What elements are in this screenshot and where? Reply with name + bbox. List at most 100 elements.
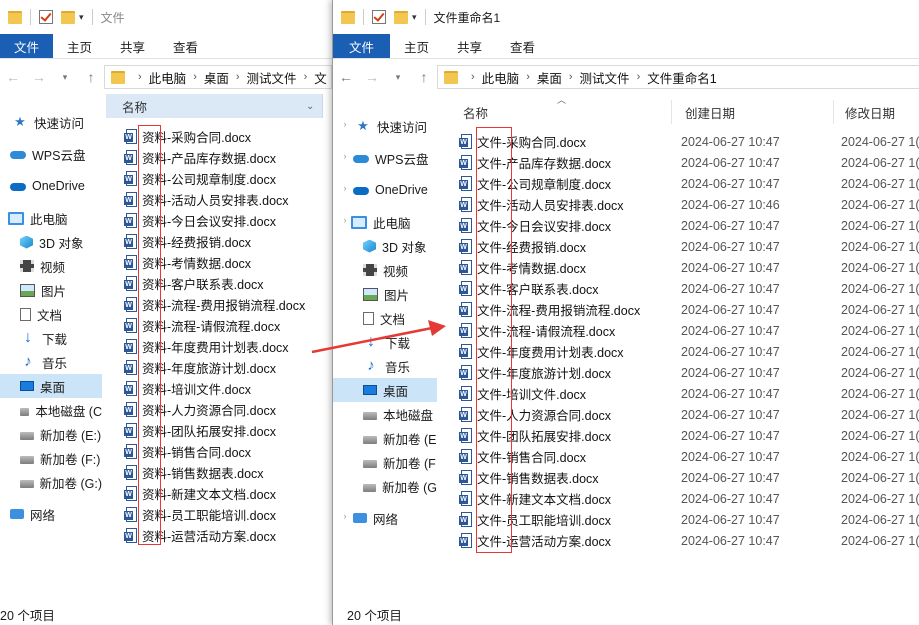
sidebar-item-download[interactable]: ↓ 下载 — [0, 326, 102, 350]
chevron-right-icon[interactable]: › — [339, 119, 351, 129]
address-bar[interactable]: › 此电脑 › 桌面 › 测试文件 › 文 — [104, 65, 332, 89]
new-folder-icon[interactable] — [61, 10, 75, 24]
sidebar-item-picture[interactable]: 图片 — [0, 278, 102, 302]
tab-file[interactable]: 文件 — [0, 34, 54, 58]
tab-view[interactable]: 查看 — [496, 34, 549, 58]
file-row[interactable]: W 文件-产品库存数据.docx 2024-06-27 10:47 2024-06-2… — [459, 152, 919, 173]
word-document-icon: W — [124, 485, 138, 502]
sidebar-item-download[interactable]: ↓ 下载 — [333, 330, 437, 354]
tab-share[interactable]: 共享 — [106, 34, 159, 58]
column-header-name[interactable]: 名称 — [457, 103, 488, 122]
properties-icon[interactable] — [372, 10, 386, 24]
breadcrumb-item[interactable]: 此电脑 — [149, 68, 187, 87]
sidebar-item-onedrive[interactable]: OneDrive — [0, 174, 102, 198]
chevron-right-icon[interactable]: › — [339, 183, 351, 193]
forward-arrow-icon[interactable]: → — [26, 69, 52, 85]
file-row[interactable]: W 文件-销售数据表.docx 2024-06-27 10:47 2024-06-27… — [459, 467, 919, 488]
sidebar-item-3d-objects[interactable]: 3D 对象 — [333, 234, 437, 258]
created-date: 2024-06-27 10:47 — [681, 302, 780, 317]
breadcrumb-item[interactable]: 文件重命名1 — [647, 68, 716, 87]
sidebar-item-computer[interactable]: 此电脑 — [0, 206, 102, 230]
sidebar-item-document[interactable]: 文档 — [0, 302, 102, 326]
chevron-right-icon[interactable]: › — [339, 215, 351, 225]
chevron-right-icon[interactable]: › — [339, 511, 351, 521]
sidebar-item-desktop[interactable]: 桌面 — [0, 374, 102, 398]
chevron-down-icon[interactable]: ▾ — [412, 12, 417, 23]
sidebar-item-drive[interactable]: 新加卷 (G:) — [0, 470, 102, 494]
breadcrumb-item[interactable]: 此电脑 — [482, 68, 520, 87]
tab-share[interactable]: 共享 — [443, 34, 496, 58]
sidebar-item-cloud[interactable]: WPS云盘 — [0, 142, 102, 166]
tab-file[interactable]: 文件 — [333, 34, 391, 58]
breadcrumb-item[interactable]: 文 — [314, 68, 327, 87]
file-row[interactable]: W 文件-员工职能培训.docx 2024-06-27 10:47 2024-06-2… — [459, 509, 919, 530]
sidebar-item-drive[interactable]: 本地磁盘 (C — [0, 398, 102, 422]
up-arrow-icon[interactable]: ↑ — [78, 69, 104, 85]
sidebar-item-music[interactable]: ♪ 音乐 — [333, 354, 437, 378]
created-date: 2024-06-27 10:47 — [681, 386, 780, 401]
file-row[interactable]: W 文件-销售合同.docx 2024-06-27 10:47 2024-06-27 … — [459, 446, 919, 467]
file-row[interactable]: W 文件-流程-请假流程.docx 2024-06-27 10:47 2024-06-… — [459, 320, 919, 341]
forward-arrow-icon[interactable]: → — [359, 69, 385, 85]
chevron-down-icon[interactable]: ▾ — [79, 12, 84, 23]
modified-date: 2024-06-27 1( — [841, 176, 919, 191]
file-row[interactable]: W 文件-今日会议安排.docx 2024-06-27 10:47 2024-06-2… — [459, 215, 919, 236]
breadcrumb-item[interactable]: 桌面 — [204, 68, 229, 87]
file-row[interactable]: W 文件-年度费用计划表.docx 2024-06-27 10:47 2024-06-… — [459, 341, 919, 362]
file-row[interactable]: W 文件-公司规章制度.docx 2024-06-27 10:47 2024-06-2… — [459, 173, 919, 194]
column-headers: 名称 创建日期 修改日期 — [451, 100, 919, 124]
file-row[interactable]: W 文件-考情数据.docx 2024-06-27 10:47 2024-06-27 … — [459, 257, 919, 278]
column-header-name[interactable]: 名称 — [106, 94, 323, 118]
modified-date: 2024-06-27 1( — [841, 386, 919, 401]
file-row[interactable]: W 文件-经费报销.docx 2024-06-27 10:47 2024-06-27 … — [459, 236, 919, 257]
word-document-icon: W — [459, 469, 473, 486]
sidebar-item-drive[interactable]: 新加卷 (G — [333, 474, 437, 498]
breadcrumb-item[interactable]: 测试文件 — [247, 68, 297, 87]
sidebar-item-music[interactable]: ♪ 音乐 — [0, 350, 102, 374]
word-document-icon: W — [459, 175, 473, 192]
breadcrumb-item[interactable]: 桌面 — [537, 68, 562, 87]
sidebar-item-video[interactable]: 视频 — [333, 258, 437, 282]
sidebar-item-video[interactable]: 视频 — [0, 254, 102, 278]
file-row[interactable]: W 文件-培训文件.docx 2024-06-27 10:47 2024-06-27 … — [459, 383, 919, 404]
file-row[interactable]: W 文件-活动人员安排表.docx 2024-06-27 10:46 2024-06-… — [459, 194, 919, 215]
file-row[interactable]: W 文件-人力资源合同.docx 2024-06-27 10:47 2024-06-2… — [459, 404, 919, 425]
file-row[interactable]: W 文件-采购合同.docx 2024-06-27 10:47 2024-06-27 … — [459, 131, 919, 152]
up-arrow-icon[interactable]: ↑ — [411, 69, 437, 85]
file-row[interactable]: W 文件-团队拓展安排.docx 2024-06-27 10:47 2024-06-2… — [459, 425, 919, 446]
tab-home[interactable]: 主页 — [390, 34, 443, 58]
sidebar-item-picture[interactable]: 图片 — [333, 282, 437, 306]
sidebar-item-network[interactable]: 网络 — [0, 502, 102, 526]
sidebar-item-3d-objects[interactable]: 3D 对象 — [0, 230, 102, 254]
file-row[interactable]: W 文件-运营活动方案.docx 2024-06-27 10:47 2024-06-2… — [459, 530, 919, 551]
breadcrumb-item[interactable]: 测试文件 — [580, 68, 630, 87]
sidebar-item-drive[interactable]: 新加卷 (F:) — [0, 446, 102, 470]
chevron-down-icon[interactable]: ▾ — [385, 72, 411, 83]
sidebar-item-star[interactable]: ★ 快速访问 — [0, 110, 102, 134]
file-row[interactable]: W 文件-新建文本文档.docx 2024-06-27 10:47 2024-06-2… — [459, 488, 919, 509]
back-arrow-icon[interactable]: ← — [333, 69, 359, 85]
tab-view[interactable]: 查看 — [159, 34, 212, 58]
back-arrow-icon[interactable]: ← — [0, 69, 26, 85]
sidebar-item-drive[interactable]: 本地磁盘 — [333, 402, 437, 426]
created-date: 2024-06-27 10:47 — [681, 344, 780, 359]
sidebar-item-drive[interactable]: 新加卷 (F — [333, 450, 437, 474]
sidebar-item-document[interactable]: 文档 — [333, 306, 437, 330]
column-header-modified[interactable]: 修改日期 — [839, 103, 895, 122]
file-row[interactable]: W 文件-流程-费用报销流程.docx 2024-06-27 10:47 2024-0… — [459, 299, 919, 320]
address-bar[interactable]: › 此电脑 › 桌面 › 测试文件 › 文件重命名1 — [437, 65, 919, 89]
chevron-down-icon[interactable]: ▾ — [52, 72, 78, 83]
chevron-down-icon[interactable]: ⌄ — [306, 94, 326, 118]
properties-icon[interactable] — [39, 10, 53, 24]
sidebar-item-drive[interactable]: 新加卷 (E — [333, 426, 437, 450]
sidebar-item-desktop[interactable]: 桌面 — [333, 378, 437, 402]
file-row[interactable]: W 文件-客户联系表.docx 2024-06-27 10:47 2024-06-27… — [459, 278, 919, 299]
chevron-right-icon[interactable]: › — [339, 151, 351, 161]
new-folder-icon[interactable] — [394, 10, 408, 24]
word-document-icon: W — [459, 196, 473, 213]
ribbon-tabs: 文件 主页 共享 查看 — [0, 34, 332, 59]
file-row[interactable]: W 文件-年度旅游计划.docx 2024-06-27 10:47 2024-06-2… — [459, 362, 919, 383]
sidebar-item-drive[interactable]: 新加卷 (E:) — [0, 422, 102, 446]
tab-home[interactable]: 主页 — [53, 34, 106, 58]
column-header-created[interactable]: 创建日期 — [679, 103, 735, 122]
